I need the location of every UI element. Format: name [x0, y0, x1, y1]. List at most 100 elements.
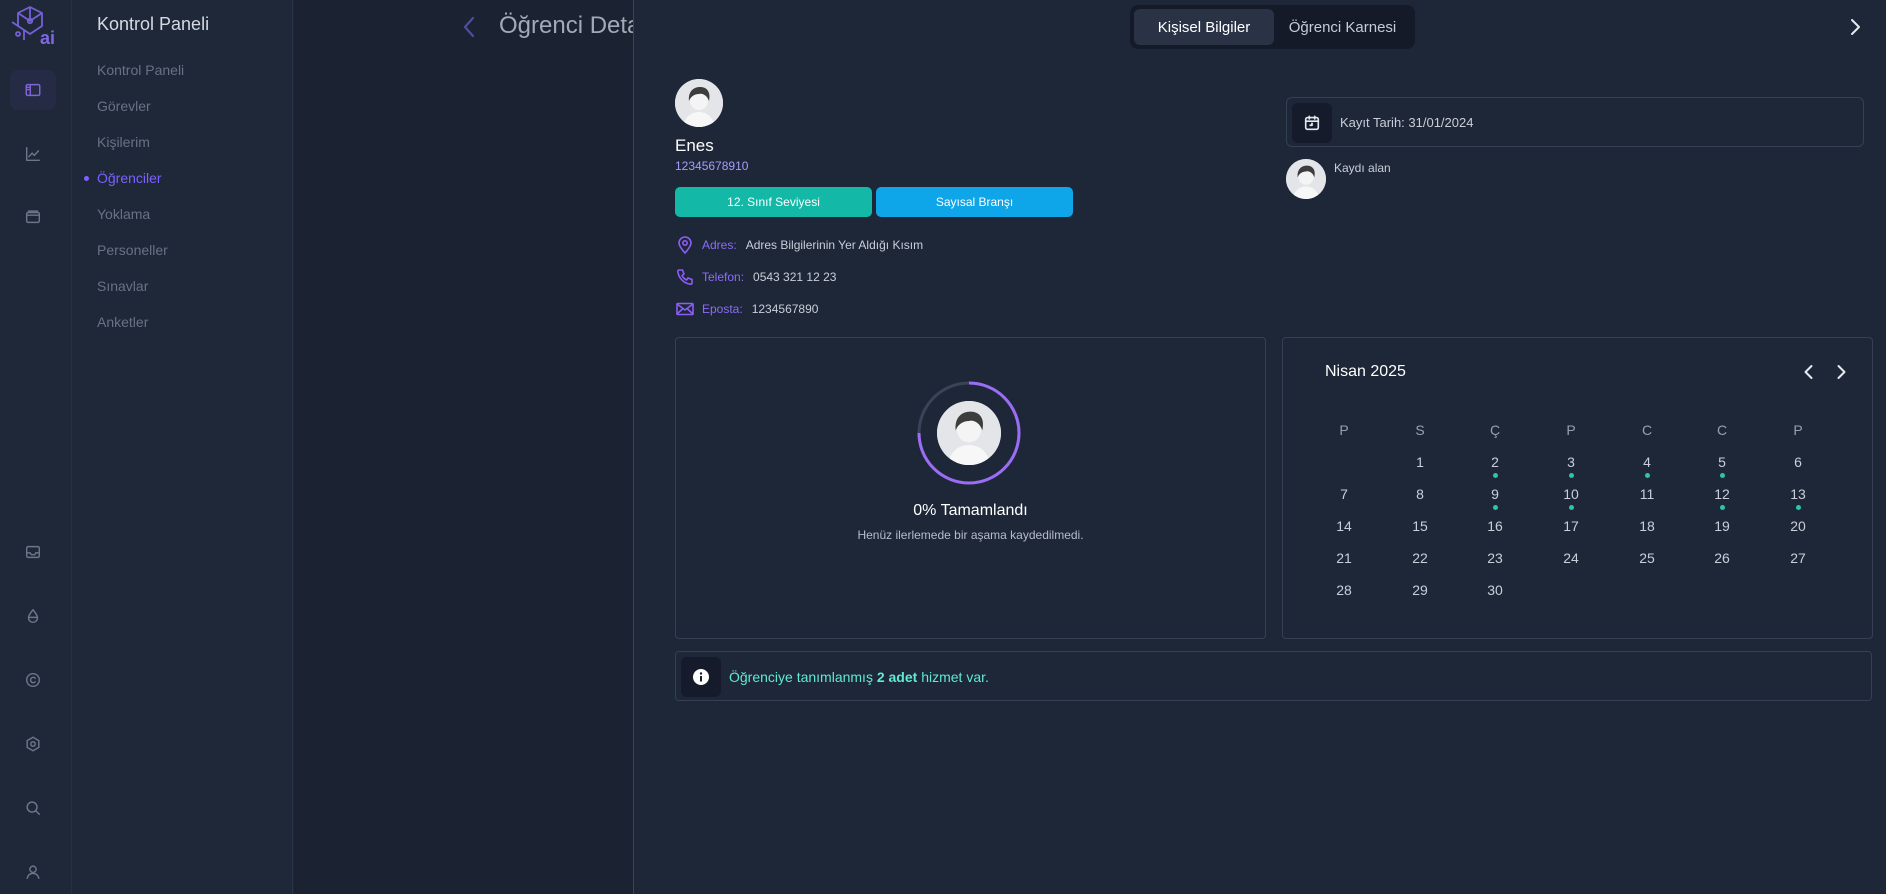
- calendar-day[interactable]: 17: [1551, 518, 1591, 542]
- chevron-right-icon[interactable]: [1830, 361, 1852, 383]
- calendar-day[interactable]: 23: [1475, 550, 1515, 574]
- calendar-day-number: 19: [1714, 518, 1730, 534]
- sidebar-item-ogrenciler[interactable]: Öğrenciler: [97, 170, 162, 186]
- email-value: 1234567890: [751, 302, 819, 316]
- calendar-day-number: 12: [1714, 486, 1730, 502]
- calendar-day[interactable]: 1: [1400, 454, 1440, 478]
- chevron-left-icon[interactable]: [1798, 361, 1820, 383]
- page-title: Öğrenci Detay: [499, 12, 634, 39]
- back-arrow-icon[interactable]: [460, 14, 480, 40]
- event-dot: [1493, 505, 1498, 510]
- calendar-day[interactable]: 30: [1475, 582, 1515, 606]
- calendar-day-number: 14: [1336, 518, 1352, 534]
- calendar-day[interactable]: 24: [1551, 550, 1591, 574]
- calendar-day[interactable]: 5: [1702, 454, 1742, 478]
- sidebar-item-anketler[interactable]: Anketler: [97, 314, 148, 330]
- icon-rail: ai: [0, 0, 72, 894]
- gear-icon[interactable]: [10, 724, 56, 764]
- address-value: Adres Bilgilerinin Yer Aldığı Kısım: [745, 238, 924, 252]
- app-logo[interactable]: ai: [6, 4, 60, 50]
- calendar-weekday: Ç: [1489, 422, 1501, 438]
- calendar-day[interactable]: 22: [1400, 550, 1440, 574]
- calendar-day-number: 7: [1340, 486, 1348, 502]
- calendar-day-number: 29: [1412, 582, 1428, 598]
- calendar-day-number: 24: [1563, 550, 1579, 566]
- calendar-day[interactable]: 21: [1324, 550, 1364, 574]
- user-icon[interactable]: [10, 852, 56, 892]
- services-text: Öğrenciye tanımlanmış 2 adet hizmet var.: [729, 669, 989, 685]
- calendar-day-number: 20: [1790, 518, 1806, 534]
- calendar-day[interactable]: 28: [1324, 582, 1364, 606]
- sidebar-item-kontrol-paneli[interactable]: Kontrol Paneli: [97, 62, 184, 78]
- tab-ogrenci-karnesi[interactable]: Öğrenci Karnesi: [1274, 9, 1411, 45]
- sidebar-item-kisilerim[interactable]: Kişilerim: [97, 134, 150, 150]
- event-dot: [1569, 505, 1574, 510]
- calendar-day[interactable]: 15: [1400, 518, 1440, 542]
- calendar-day[interactable]: 9: [1475, 486, 1515, 510]
- calendar-day-number: 25: [1639, 550, 1655, 566]
- calendar-day[interactable]: 11: [1627, 486, 1667, 510]
- calendar-day[interactable]: 16: [1475, 518, 1515, 542]
- calendar-day[interactable]: 25: [1627, 550, 1667, 574]
- sidebar-nav: Kontrol Paneli Kontrol Paneli Görevler K…: [72, 0, 293, 894]
- calendar-day[interactable]: 26: [1702, 550, 1742, 574]
- calendar-day[interactable]: 2: [1475, 454, 1515, 478]
- phone-row: Telefon: 0543 321 12 23: [675, 266, 836, 288]
- student-name: Enes: [675, 136, 714, 155]
- inbox-icon[interactable]: [10, 532, 56, 572]
- calendar-card: Nisan 2025 PSÇPCCP 1 2 3 4 5 6 7 8 9 10 11 12 13 14 15…: [1282, 337, 1873, 639]
- info-icon: [681, 657, 721, 697]
- location-pin-icon: [678, 236, 692, 254]
- calendar-day-number: 27: [1790, 550, 1806, 566]
- sidebar-panel-icon[interactable]: [10, 70, 56, 110]
- chevron-right-icon[interactable]: [1844, 14, 1866, 40]
- sidebar-item-gorevler[interactable]: Görevler: [97, 98, 151, 114]
- calendar-day[interactable]: 7: [1324, 486, 1364, 510]
- droplet-icon[interactable]: [10, 596, 56, 636]
- background-page: [294, 0, 634, 894]
- calendar-day[interactable]: 4: [1627, 454, 1667, 478]
- logo-text: ai: [40, 28, 55, 48]
- calendar-weekday: P: [1339, 422, 1349, 438]
- services-info-bar: Öğrenciye tanımlanmış 2 adet hizmet var.: [675, 651, 1872, 701]
- calendar-day[interactable]: 18: [1627, 518, 1667, 542]
- calendar-day-number: 6: [1794, 454, 1802, 470]
- calendar-day[interactable]: 12: [1702, 486, 1742, 510]
- calendar-day-number: 16: [1487, 518, 1503, 534]
- sidebar-item-sinavlar[interactable]: Sınavlar: [97, 278, 148, 294]
- calendar-day[interactable]: 13: [1778, 486, 1818, 510]
- copyright-icon[interactable]: [10, 660, 56, 700]
- services-text-after: hizmet var.: [917, 669, 989, 685]
- calendar-day[interactable]: 20: [1778, 518, 1818, 542]
- calendar-day-number: 17: [1563, 518, 1579, 534]
- chart-icon[interactable]: [10, 134, 56, 174]
- calendar-day-number: 10: [1563, 486, 1579, 502]
- student-id-number: 12345678910: [675, 159, 749, 173]
- event-dot: [1645, 473, 1650, 478]
- sidebar-item-personeller[interactable]: Personeller: [97, 242, 168, 258]
- calendar-day[interactable]: 19: [1702, 518, 1742, 542]
- progress-title: 0% Tamamlandı: [913, 502, 1028, 519]
- event-dot: [1720, 505, 1725, 510]
- calendar-weekday: S: [1415, 422, 1425, 438]
- calendar-weekday: P: [1793, 422, 1803, 438]
- calendar-day[interactable]: 10: [1551, 486, 1591, 510]
- calendar-day[interactable]: 14: [1324, 518, 1364, 542]
- calendar-day[interactable]: 8: [1400, 486, 1440, 510]
- search-icon[interactable]: [10, 788, 56, 828]
- calendar-day-number: 13: [1790, 486, 1806, 502]
- phone-label: Telefon:: [702, 270, 745, 284]
- phone-value: 0543 321 12 23: [753, 270, 837, 284]
- calendar-day-number: 8: [1416, 486, 1424, 502]
- calendar-weekday: C: [1716, 422, 1728, 438]
- tab-kisisel-bilgiler[interactable]: Kişisel Bilgiler: [1134, 9, 1274, 45]
- calendar-day[interactable]: 6: [1778, 454, 1818, 478]
- email-label: Eposta:: [702, 302, 743, 316]
- folder-icon[interactable]: [10, 197, 56, 237]
- sidebar-item-yoklama[interactable]: Yoklama: [97, 206, 150, 222]
- calendar-weekday: P: [1566, 422, 1576, 438]
- calendar-day[interactable]: 3: [1551, 454, 1591, 478]
- calendar-day[interactable]: 29: [1400, 582, 1440, 606]
- calendar-day[interactable]: 27: [1778, 550, 1818, 574]
- branch-badge: Sayısal Branşı: [876, 187, 1073, 217]
